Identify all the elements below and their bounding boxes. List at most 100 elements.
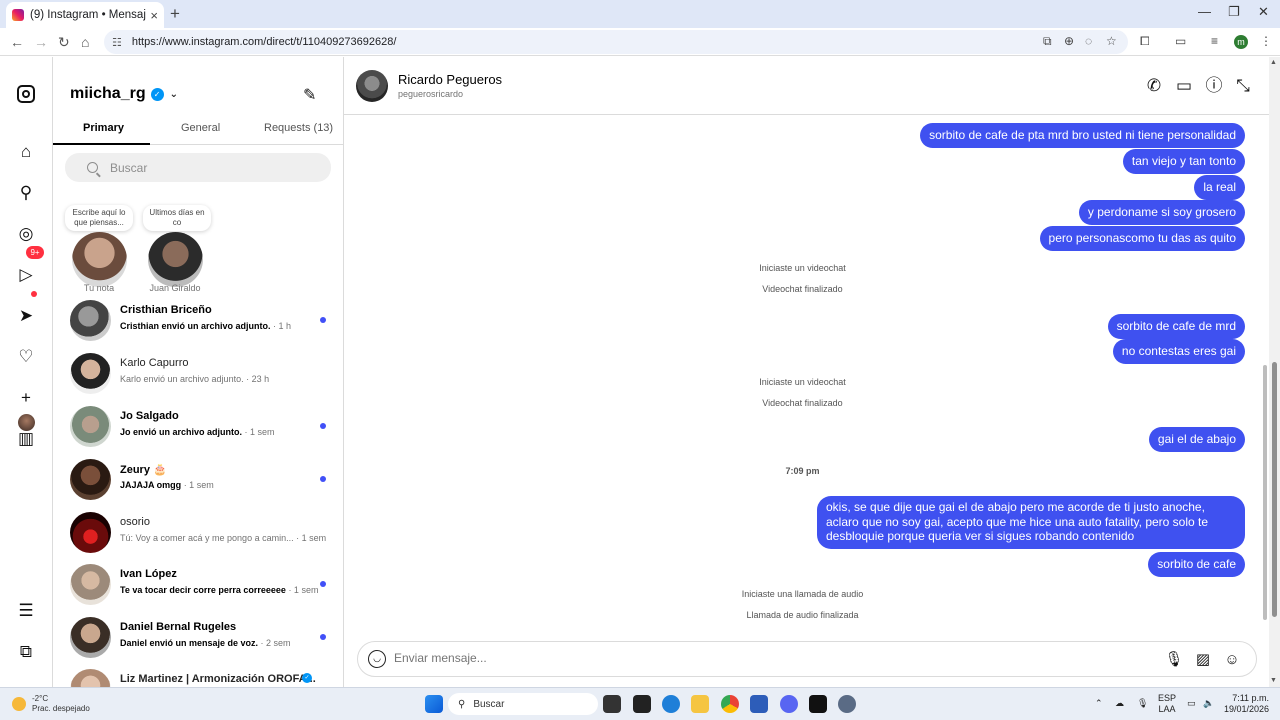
conversation-row[interactable]: Zeury 🎂 JAJAJA omgg · 1 sem — [70, 459, 340, 509]
conversation-name: Karlo Capurro — [120, 357, 189, 369]
address-bar[interactable]: ☷ https://www.instagram.com/direct/t/110… — [104, 30, 1128, 54]
outgoing-message[interactable]: tan viejo y tan tonto — [1122, 149, 1245, 174]
collapse-icon[interactable]: ⤡ — [1233, 76, 1253, 96]
threads-apps-icon[interactable]: ⧉ — [16, 642, 36, 662]
browser-profile-avatar[interactable]: m — [1234, 35, 1248, 49]
conversation-row[interactable]: Liz Martinez | Armonización OROFA... ✓ — [70, 669, 340, 687]
conversation-row[interactable]: Karlo Capurro Karlo envió un archivo adj… — [70, 353, 340, 403]
outgoing-message[interactable]: pero personascomo tu das as quito — [1039, 226, 1245, 251]
tab-close-icon[interactable]: × — [150, 8, 158, 23]
conversation-row[interactable]: Ivan López Te va tocar decir corre perra… — [70, 564, 340, 614]
epic-games-icon[interactable] — [809, 695, 827, 713]
task-view-icon[interactable] — [603, 695, 621, 713]
outgoing-message[interactable]: y perdoname si soy grosero — [1078, 200, 1245, 225]
system-event: Llamada de audio finalizada — [746, 610, 859, 620]
zoom-icon[interactable]: ⊕ — [1064, 34, 1074, 48]
restore-icon[interactable]: ❐ — [1228, 4, 1240, 20]
conversation-preview: Cristhian envió un archivo adjunto. · 1 … — [120, 321, 292, 331]
file-explorer-icon[interactable] — [691, 695, 709, 713]
avatar — [70, 459, 111, 500]
back-icon[interactable]: ← — [10, 34, 24, 50]
search-nav-icon[interactable]: ⚲ — [16, 183, 36, 203]
window-close-icon[interactable]: ✕ — [1258, 4, 1269, 20]
chat-scrollbar[interactable] — [1261, 115, 1269, 630]
mic-tray-icon[interactable]: 🎙 — [1137, 698, 1148, 709]
account-switcher[interactable]: miicha_rg ✓ ⌄ — [70, 85, 178, 103]
forward-icon[interactable]: → — [34, 34, 48, 50]
minimize-icon[interactable]: — — [1198, 4, 1211, 19]
eye-off-icon[interactable]: ◌ — [1085, 34, 1092, 48]
notifications-heart-icon[interactable]: ♡ — [16, 347, 36, 367]
message-input[interactable] — [394, 651, 994, 665]
juan-note-avatar[interactable] — [148, 232, 203, 287]
network-icon[interactable]: ▭ — [1187, 698, 1196, 709]
outgoing-message[interactable]: la real — [1194, 175, 1245, 200]
verified-badge-icon: ✓ — [302, 673, 312, 683]
tab-primary[interactable]: Primary — [83, 122, 124, 134]
outgoing-message[interactable]: okis, se que dije que gai el de abajo pe… — [817, 496, 1245, 549]
discord-icon[interactable] — [780, 695, 798, 713]
conversation-row[interactable]: Daniel Bernal Rugeles Daniel envió un me… — [70, 617, 340, 667]
edge-icon[interactable] — [662, 695, 680, 713]
new-message-compose-icon[interactable]: ✎ — [303, 85, 321, 104]
settings-gear-icon[interactable] — [838, 695, 856, 713]
instagram-logo-icon[interactable] — [16, 84, 36, 104]
media-icon[interactable]: ≡ — [1211, 34, 1218, 48]
create-plus-icon[interactable]: + — [16, 388, 36, 408]
onedrive-icon[interactable]: ☁ — [1115, 698, 1124, 709]
system-event: Iniciaste un videochat — [759, 377, 846, 387]
outgoing-message[interactable]: gai el de abajo — [1148, 427, 1245, 452]
explore-compass-icon[interactable]: ◎ — [16, 224, 36, 244]
conversation-row[interactable]: Cristhian Briceño Cristhian envió un arc… — [70, 300, 340, 350]
bookmark-star-icon[interactable]: ☆ — [1106, 34, 1117, 48]
install-app-icon[interactable]: ⧉ — [1043, 34, 1052, 49]
note-bubble-own[interactable]: Escribe aquí lo que piensas... — [65, 205, 133, 231]
clock[interactable]: 7:11 p.m. 19/01/2026 — [1224, 693, 1269, 715]
browser-menu-icon[interactable]: ⋮ — [1260, 34, 1272, 48]
app-icon[interactable] — [633, 695, 651, 713]
home-nav-icon[interactable]: ⌂ — [16, 142, 36, 162]
outgoing-message[interactable]: sorbito de cafe — [1148, 552, 1245, 577]
outgoing-message[interactable]: sorbito de cafe de mrd — [1107, 314, 1245, 339]
audio-call-icon[interactable]: ✆ — [1144, 76, 1164, 96]
language-indicator[interactable]: ESP LAA — [1158, 693, 1176, 715]
messages-icon[interactable]: ➤ — [16, 306, 36, 326]
outgoing-message[interactable]: no contestas eres gai — [1112, 339, 1245, 364]
weather-widget[interactable]: -2°C Prac. despejado — [12, 694, 90, 714]
tab-search-icon[interactable]: ▭ — [1175, 34, 1186, 48]
info-icon[interactable]: ⓘ — [1204, 76, 1224, 96]
volume-icon[interactable]: 🔈 — [1203, 698, 1214, 709]
note-bubble-juan[interactable]: Ultimos días en co — [143, 205, 211, 231]
emoji-icon[interactable]: ◡ — [368, 650, 386, 668]
browser-tab[interactable]: (9) Instagram • Mensajes × — [6, 2, 164, 28]
tab-general[interactable]: General — [181, 122, 220, 134]
extensions-icon[interactable]: ⧠ — [1140, 34, 1150, 49]
windows-start-icon[interactable] — [425, 695, 443, 713]
conversation-row[interactable]: Jo Salgado Jo envió un archivo adjunto. … — [70, 406, 340, 456]
nav-rail: ⌂ ⚲ ◎ ▷ ➤ ♡ + ▥ ☰ ⧉ — [0, 57, 53, 687]
taskbar-search[interactable]: ⚲ Buscar — [448, 693, 598, 715]
search-input[interactable]: Buscar — [65, 153, 331, 182]
store-icon[interactable] — [750, 695, 768, 713]
tray-chevron-icon[interactable]: ⌃ — [1095, 698, 1103, 709]
sticker-icon[interactable]: ☺ — [1222, 650, 1242, 670]
more-menu-icon[interactable]: ☰ — [16, 601, 36, 621]
reload-icon[interactable]: ↻ — [58, 34, 70, 51]
page-scrollbar[interactable]: ▲ ▼ — [1269, 57, 1280, 687]
conversation-row[interactable]: osorio Tú: Voy a comer acá y me pongo a … — [70, 512, 340, 562]
new-tab-icon[interactable]: + — [170, 4, 180, 24]
profile-avatar[interactable] — [18, 414, 35, 431]
contact-avatar[interactable] — [356, 70, 388, 102]
image-icon[interactable]: ▨ — [1193, 650, 1213, 670]
dashboard-icon[interactable]: ▥ — [16, 429, 36, 449]
outgoing-message[interactable]: sorbito de cafe de pta mrd bro usted ni … — [920, 123, 1245, 148]
video-call-icon[interactable]: ▭ — [1174, 76, 1194, 96]
chrome-icon[interactable] — [721, 695, 739, 713]
own-note-avatar[interactable] — [72, 232, 127, 287]
site-settings-icon[interactable]: ☷ — [112, 36, 122, 49]
microphone-icon[interactable]: 🎙 — [1164, 650, 1184, 670]
contact-name[interactable]: Ricardo Pegueros — [398, 72, 502, 87]
tab-requests[interactable]: Requests (13) — [264, 122, 333, 134]
home-icon[interactable]: ⌂ — [81, 34, 89, 50]
reels-icon[interactable]: ▷ — [16, 265, 36, 285]
